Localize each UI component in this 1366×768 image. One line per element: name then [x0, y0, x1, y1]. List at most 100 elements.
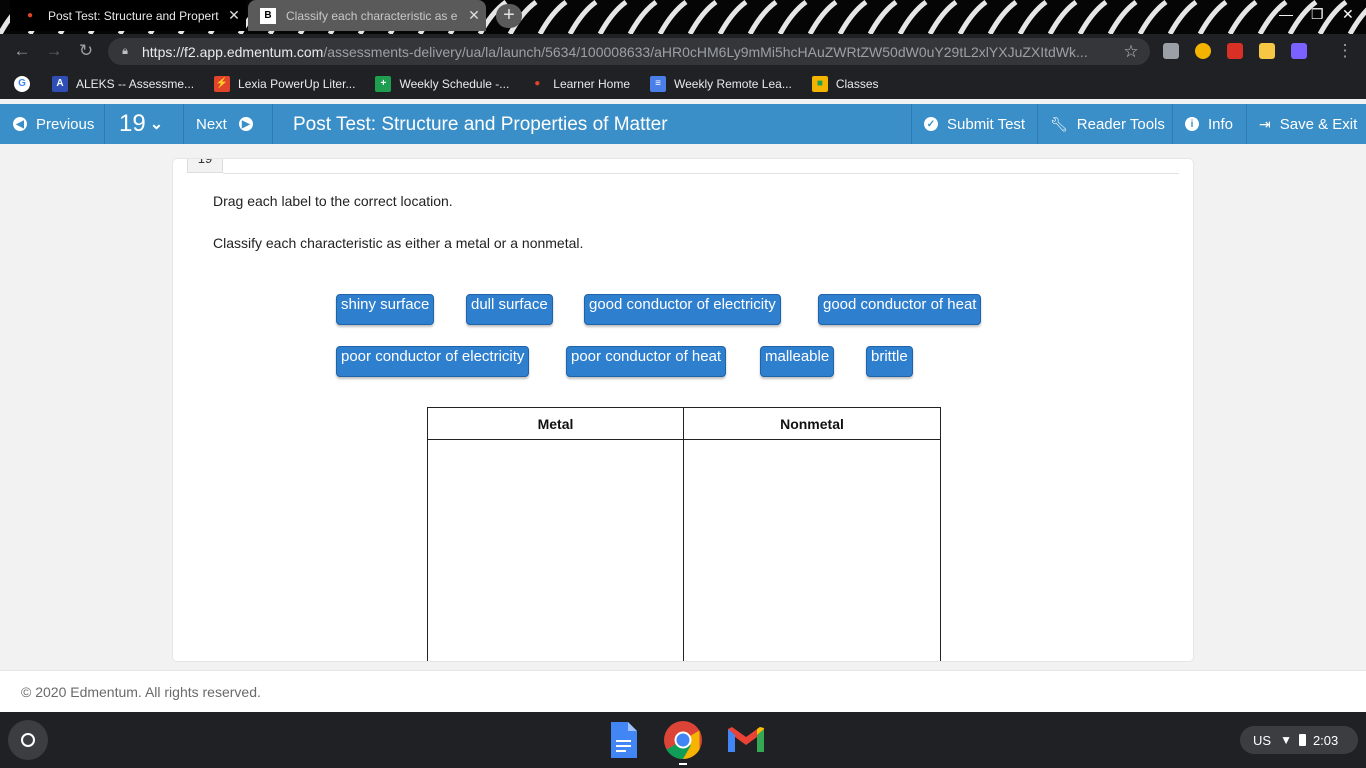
browser-tab-post-test[interactable]: ● Post Test: Structure and Propert ✕: [10, 0, 246, 31]
battery-icon: [1298, 734, 1306, 746]
submit-test-button[interactable]: ✓ Submit Test: [924, 104, 1025, 144]
launcher-button[interactable]: [8, 720, 48, 760]
next-button[interactable]: Next ▶: [196, 104, 253, 144]
drag-label-dull-surface[interactable]: dull surface: [466, 294, 553, 325]
drag-label-shiny-surface[interactable]: shiny surface: [336, 294, 435, 325]
theme-stripe: [1107, 0, 1138, 34]
theme-stripe: [987, 0, 1018, 34]
chevron-down-icon: ⌄: [149, 116, 164, 133]
theme-stripe: [747, 0, 778, 34]
divider: [911, 104, 912, 144]
gmail-extension-icon[interactable]: [1227, 43, 1243, 59]
test-header-bar: ◀ Previous 19 ⌄ Next ▶ Post Test: Struct…: [0, 104, 1366, 144]
chrome-menu-icon[interactable]: ⋮: [1334, 41, 1356, 61]
new-tab-button[interactable]: +: [496, 4, 522, 28]
page-footer: © 2020 Edmentum. All rights reserved.: [0, 670, 1366, 712]
close-tab-icon[interactable]: ✕: [222, 7, 246, 24]
google-bookmark[interactable]: G: [14, 75, 38, 92]
drag-label-good-conductor-heat[interactable]: good conductor of heat: [818, 294, 982, 325]
chrome-icon[interactable]: [663, 720, 703, 760]
wrench-icon: 🔧︎: [1050, 115, 1068, 132]
bookmark-lexia[interactable]: ⚡ Lexia PowerUp Liter...: [214, 75, 355, 92]
browser-tab-brainly[interactable]: B Classify each characteristic as e ✕: [248, 0, 486, 31]
google-icon: G: [14, 75, 30, 92]
lexia-icon: ⚡: [214, 75, 231, 92]
clock: 2:03: [1312, 732, 1339, 748]
previous-button[interactable]: ◀ Previous: [13, 104, 94, 144]
divider: [1246, 104, 1247, 144]
theme-stripe: [1017, 0, 1048, 34]
close-window-icon[interactable]: ✕: [1342, 6, 1354, 23]
os-shelf: US ▼ 2:03: [0, 712, 1366, 768]
reload-icon[interactable]: ↻: [75, 41, 97, 61]
wifi-icon: ▼: [1280, 733, 1292, 747]
classroom-icon: ■: [811, 75, 828, 92]
theme-stripe: [717, 0, 748, 34]
edmentum-favicon-icon: ●: [26, 10, 34, 21]
theme-stripe: [537, 0, 568, 34]
nonmetal-drop-zone[interactable]: [684, 441, 940, 661]
maximize-icon[interactable]: ❐: [1311, 6, 1324, 23]
extension-puzzle-icon[interactable]: [1163, 43, 1179, 59]
grid-extension-icon[interactable]: [1259, 43, 1275, 59]
bookmark-star-icon[interactable]: ☆: [1112, 42, 1150, 62]
question-area: 19 Drag each label to the correct locati…: [0, 144, 1366, 670]
theme-stripe: [927, 0, 958, 34]
gmail-icon[interactable]: [726, 720, 766, 760]
theme-stripe: [687, 0, 718, 34]
browser-tab-strip: ● Post Test: Structure and Propert ✕ B C…: [0, 0, 1366, 34]
back-icon[interactable]: ←: [11, 41, 33, 61]
theme-stripe: [777, 0, 808, 34]
theme-stripe: [1167, 0, 1198, 34]
next-arrow-icon: ▶: [238, 117, 253, 131]
theme-stripe: [957, 0, 988, 34]
bookmark-classes[interactable]: ■ Classes: [811, 75, 879, 92]
bookmark-learner-home[interactable]: ● Learner Home: [529, 75, 630, 92]
question-prompt: Classify each characteristic as either a…: [213, 235, 584, 251]
theme-stripe: [1227, 0, 1258, 34]
divider: [183, 104, 184, 144]
tab-title: Post Test: Structure and Propert: [48, 8, 219, 23]
theme-stripe: [897, 0, 928, 34]
sheets-icon: +: [375, 75, 392, 92]
theme-stripe: [1047, 0, 1078, 34]
docs-icon: ≡: [650, 75, 666, 92]
system-tray[interactable]: US ▼ 2:03: [1240, 726, 1358, 754]
launcher-circle-icon: [21, 733, 35, 747]
bookmark-weekly-remote[interactable]: ≡ Weekly Remote Lea...: [650, 75, 792, 92]
brainly-favicon-icon: B: [260, 7, 276, 24]
cube-extension-icon[interactable]: [1291, 43, 1307, 59]
drag-label-poor-conductor-electricity[interactable]: poor conductor of electricity: [336, 346, 530, 377]
bookmark-weekly-schedule[interactable]: + Weekly Schedule -...: [375, 75, 509, 92]
chrome-running-indicator: [679, 763, 687, 765]
theme-stripe: [1197, 0, 1228, 34]
bookmark-aleks[interactable]: A ALEKS -- Assessme...: [52, 75, 194, 92]
question-card: 19 Drag each label to the correct locati…: [172, 158, 1194, 662]
lock-icon: 🔒︎: [122, 45, 128, 57]
divider: [1037, 104, 1038, 144]
previous-arrow-icon: ◀: [13, 117, 27, 131]
drag-label-brittle[interactable]: brittle: [866, 346, 913, 377]
theme-stripe: [867, 0, 898, 34]
theme-stripe: [567, 0, 598, 34]
drag-label-malleable[interactable]: malleable: [760, 346, 835, 377]
browser-toolbar: ← → ↻ 🔒︎ https://f2.app.edmentum.com/ass…: [0, 34, 1366, 68]
metal-drop-zone[interactable]: [428, 441, 683, 661]
info-icon: i: [1185, 117, 1199, 131]
close-tab-icon[interactable]: ✕: [462, 7, 486, 24]
save-exit-button[interactable]: ⇥ Save & Exit: [1259, 104, 1357, 144]
question-number-dropdown[interactable]: 19 ⌄: [119, 104, 163, 144]
minimize-icon[interactable]: —: [1279, 6, 1293, 22]
divider: [272, 104, 273, 144]
extension-bulb-icon[interactable]: [1195, 43, 1211, 59]
theme-stripe: [627, 0, 658, 34]
google-docs-icon[interactable]: [603, 720, 643, 760]
info-button[interactable]: i Info: [1185, 104, 1233, 144]
nonmetal-column-header: Nonmetal: [684, 408, 940, 440]
drag-label-good-conductor-electricity[interactable]: good conductor of electricity: [584, 294, 781, 325]
reader-tools-button[interactable]: 🔧︎ Reader Tools: [1050, 104, 1165, 144]
forward-icon[interactable]: →: [43, 41, 65, 61]
address-bar[interactable]: 🔒︎ https://f2.app.edmentum.com/assessmen…: [108, 38, 1150, 65]
divider: [104, 104, 105, 144]
drag-label-poor-conductor-heat[interactable]: poor conductor of heat: [566, 346, 727, 377]
